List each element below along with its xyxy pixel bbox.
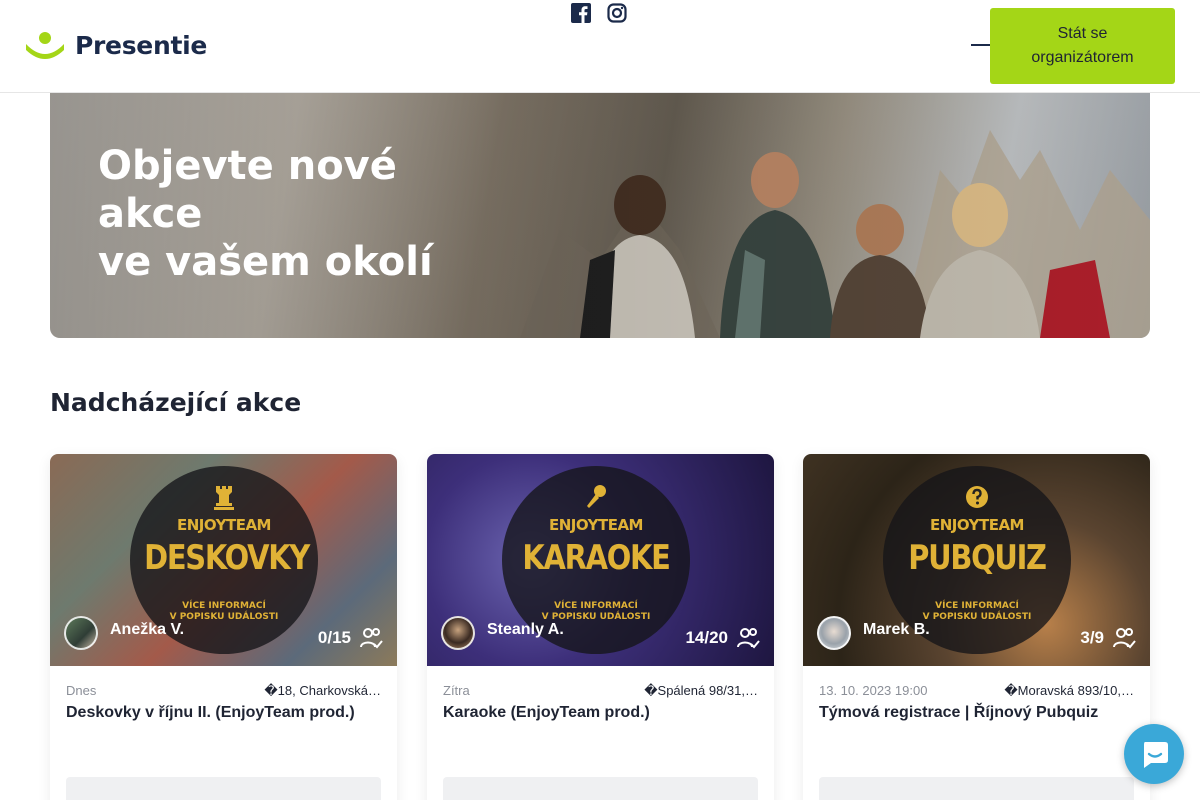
event-poster[interactable]: ENJOYTEAM PUBQUIZ VÍCE INFORMACÍ V POPISK… [803,454,1150,666]
event-location-text: Moravská 893/10,… [1017,683,1134,698]
poster-brand: ENJOYTEAM [930,516,1024,534]
more-info-button[interactable]: Více informací [819,777,1134,800]
attendees-icon [737,628,760,649]
attendees-icon [1113,628,1136,649]
more-info-button[interactable]: Více informací [443,777,758,800]
logo-text: Presentie [75,30,208,60]
location-icon: � [1004,683,1018,698]
attendees-icon [360,628,383,649]
event-meta: Zítra �Spálená 98/31,… [443,683,758,699]
capacity-count: 3/9 [1080,628,1104,647]
location-icon: � [644,683,658,698]
organizer-name: Anežka V. [110,621,185,638]
event-title[interactable]: Deskovky v říjnu II. (EnjoyTeam prod.) [66,704,381,722]
organizer-name: Marek B. [863,621,930,638]
social-links [571,3,627,23]
event-meta: Dnes �18, Charkovská… [66,683,381,699]
chat-button[interactable] [1124,724,1184,784]
event-meta: 13. 10. 2023 19:00 �Moravská 893/10,… [819,683,1134,699]
event-location-text: 18, Charkovská… [277,683,381,698]
more-info-button[interactable]: Více informací [66,777,381,800]
poster-brand: ENJOYTEAM [549,516,643,534]
organizer: Anežka V. [64,616,184,650]
facebook-icon[interactable] [571,3,591,23]
hero-title-line: ve vašem okolí [98,239,433,285]
avatar [817,616,851,650]
chat-icon [1144,742,1168,768]
organizer: Marek B. [817,616,930,650]
become-organizer-button[interactable]: Stát se organizátorem [990,8,1175,84]
poster-brand: ENJOYTEAM [177,516,271,534]
event-location: �18, Charkovská… [264,683,381,699]
capacity: 14/20 [685,626,760,650]
organizer: Steanly A. [441,616,564,650]
avatar [441,616,475,650]
poster-title: DESKOVKY [144,538,310,578]
section-title: Nadcházející akce [50,388,302,417]
event-date: 13. 10. 2023 19:00 [819,683,928,698]
logo-smile-icon [26,32,64,59]
capacity-count: 0/15 [317,628,351,647]
avatar [64,616,98,650]
hero-title-line: Objevte nové [98,143,397,189]
event-poster[interactable]: ENJOYTEAM KARAOKE VÍCE INFORMACÍ V POPISK… [427,454,774,666]
event-location: �Moravská 893/10,… [1004,683,1134,699]
organizer-name: Steanly A. [487,621,564,638]
hero-title-line: akce [98,191,203,237]
microphone-icon [587,485,606,508]
event-title[interactable]: Týmová registrace | Říjnový Pubquiz [819,704,1134,722]
site-header: Presentie Stát se organizátorem [0,0,1200,93]
event-card[interactable]: ENJOYTEAM DESKOVKY VÍCE INFORMACÍ V POPIS… [50,454,397,800]
event-date: Zítra [443,683,470,698]
event-card[interactable]: ENJOYTEAM PUBQUIZ VÍCE INFORMACÍ V POPISK… [803,454,1150,800]
event-location-text: Spálená 98/31,… [657,683,758,698]
capacity: 0/15 [318,626,383,650]
hero-banner: Objevte nové akce ve vašem okolí [50,90,1150,338]
event-date: Dnes [66,683,97,698]
event-location: �Spálená 98/31,… [644,683,758,699]
event-card[interactable]: ENJOYTEAM KARAOKE VÍCE INFORMACÍ V POPISK… [427,454,774,800]
capacity: 3/9 [1080,626,1136,650]
logo[interactable]: Presentie [25,30,207,60]
event-poster[interactable]: ENJOYTEAM DESKOVKY VÍCE INFORMACÍ V POPIS… [50,454,397,666]
location-icon: � [264,683,278,698]
poster-title: KARAOKE [522,538,670,578]
capacity-count: 14/20 [685,628,728,647]
hero-title: Objevte nové akce ve vašem okolí [98,142,438,286]
question-icon [966,486,988,508]
event-title[interactable]: Karaoke (EnjoyTeam prod.) [443,704,758,722]
menu-icon[interactable] [971,38,991,52]
chess-rook-icon [214,486,234,510]
instagram-icon[interactable] [607,3,627,23]
poster-title: PUBQUIZ [908,538,1047,578]
